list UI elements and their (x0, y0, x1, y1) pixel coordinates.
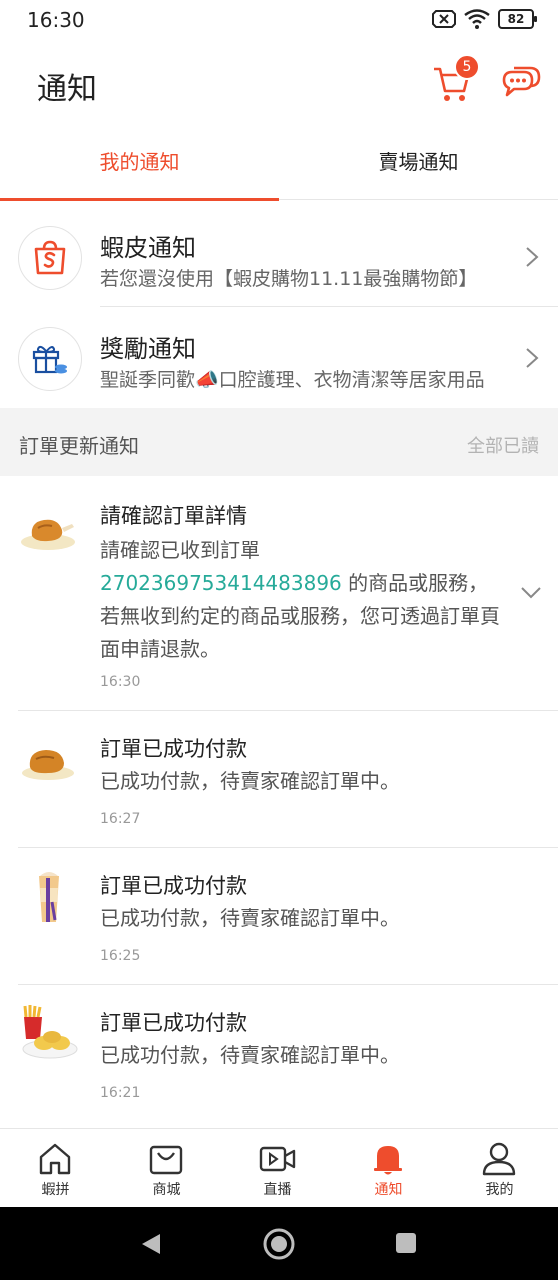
shopee-bag-icon (34, 240, 66, 275)
nav-item-mall[interactable]: 商城 (111, 1129, 222, 1208)
chat-icon (502, 66, 541, 97)
status-icons: 82 (432, 9, 537, 29)
reward-notice-avatar (18, 327, 82, 391)
fried-chicken-thumbnail (21, 519, 75, 550)
order-title: 請確認訂單詳情 (100, 504, 247, 528)
order-message: 已成功付款，待賣家確認訂單中。 (100, 769, 400, 793)
order-title: 訂單已成功付款 (100, 1011, 247, 1035)
order-message: 已成功付款，待賣家確認訂單中。 (100, 906, 400, 930)
nav-label: 直播 (263, 1182, 292, 1198)
notice-title: 獎勵通知 (100, 335, 196, 363)
order-timestamp: 16:27 (100, 811, 141, 827)
fried-chicken-thumbnail (22, 750, 74, 780)
chevron-right-icon (526, 348, 539, 368)
order-timestamp: 16:21 (100, 1085, 141, 1101)
order-message: 已成功付款，待賣家確認訂單中。 (100, 1043, 400, 1067)
section-title: 訂單更新通知 (19, 434, 139, 458)
order-notification-item[interactable]: 訂單已成功付款 已成功付款，待賣家確認訂單中。 16:21 (0, 985, 558, 1121)
notice-title: 蝦皮通知 (100, 234, 196, 262)
chevron-right-icon (526, 247, 539, 267)
order-timestamp: 16:25 (100, 948, 141, 964)
bell-icon (374, 1146, 402, 1175)
nav-item-notifications[interactable]: 通知 (333, 1129, 444, 1208)
system-navigation-bar (0, 1207, 558, 1280)
battery-indicator: 82 (498, 9, 537, 29)
video-icon (259, 1146, 296, 1172)
home-circle-icon[interactable] (262, 1227, 296, 1261)
chat-button[interactable] (500, 64, 542, 104)
nav-label: 我的 (485, 1182, 514, 1198)
nav-label: 通知 (374, 1182, 403, 1198)
notification-tabs: 我的通知 賣場通知 (0, 126, 558, 201)
person-icon (482, 1142, 516, 1176)
notice-description: 聖誕季同歡📣口腔護理、衣物清潔等居家用品 (100, 369, 485, 391)
mall-bag-icon (149, 1145, 183, 1175)
order-message-prefix: 請確認已收到訂單 (100, 538, 260, 562)
shopee-notice-item[interactable]: 蝦皮通知 若您還沒使用【蝦皮購物11.11最強購物節】 (0, 206, 558, 307)
order-notification-item[interactable]: 請確認訂單詳情 請確認已收到訂單 2702369753414483896 的商品或… (0, 476, 558, 710)
order-updates-section-header: 訂單更新通知 全部已讀 (0, 408, 558, 476)
notice-description: 若您還沒使用【蝦皮購物11.11最強購物節】 (100, 268, 478, 290)
nav-item-me[interactable]: 我的 (444, 1129, 555, 1208)
house-icon (39, 1143, 71, 1175)
reward-notice-item[interactable]: 獎勵通知 聖誕季同歡📣口腔護理、衣物清潔等居家用品 (0, 307, 558, 408)
tab-store-notifications[interactable]: 賣場通知 (279, 126, 558, 200)
header: 通知 5 (0, 42, 558, 126)
tab-my-notifications[interactable]: 我的通知 (0, 126, 279, 201)
recents-square-icon[interactable] (395, 1232, 417, 1254)
wifi-icon (464, 9, 490, 29)
status-bar: 16:30 82 (0, 0, 558, 42)
order-message: 請確認已收到訂單 2702369753414483896 的商品或服務，若無收到約… (100, 534, 500, 666)
order-timestamp: 16:30 (100, 674, 141, 690)
fries-combo-thumbnail (22, 1005, 78, 1059)
nav-label: 商城 (152, 1182, 181, 1198)
chevron-down-icon[interactable] (520, 586, 542, 600)
status-time: 16:30 (27, 8, 85, 32)
back-icon[interactable] (140, 1232, 162, 1256)
cart-count-badge: 5 (454, 54, 480, 80)
drink-cup-thumbnail (39, 872, 59, 922)
gift-icon (32, 345, 67, 374)
order-notification-item[interactable]: 訂單已成功付款 已成功付款，待賣家確認訂單中。 16:27 (0, 711, 558, 847)
order-title: 訂單已成功付款 (100, 874, 247, 898)
mark-all-read-button[interactable]: 全部已讀 (467, 432, 539, 458)
order-title: 訂單已成功付款 (100, 737, 247, 761)
shopee-notice-avatar (18, 226, 82, 290)
bottom-navigation: 蝦拼 商城 直播 通知 我的 (0, 1128, 558, 1207)
nav-label: 蝦拼 (41, 1182, 70, 1198)
nav-item-live[interactable]: 直播 (222, 1129, 333, 1208)
order-number-link[interactable]: 2702369753414483896 (100, 571, 342, 595)
page-title: 通知 (37, 72, 97, 107)
order-notification-item[interactable]: 訂單已成功付款 已成功付款，待賣家確認訂單中。 16:25 (0, 848, 558, 984)
no-sim-icon (432, 10, 456, 28)
nav-item-home[interactable]: 蝦拼 (0, 1129, 111, 1208)
